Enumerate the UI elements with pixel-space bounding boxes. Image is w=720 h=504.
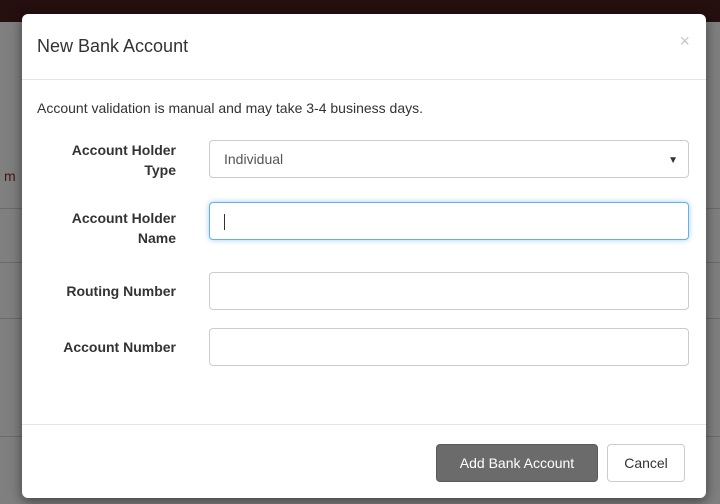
label-line: Name (137, 230, 176, 246)
new-bank-account-modal: New Bank Account × Account validation is… (22, 14, 706, 498)
account-number-label: Account Number (63, 339, 176, 355)
routing-number-label: Routing Number (66, 283, 176, 299)
validation-notice: Account validation is manual and may tak… (37, 100, 423, 116)
caret-down-icon: ▼ (668, 155, 678, 166)
label-line: Type (144, 162, 176, 178)
selected-option: Individual (224, 151, 284, 167)
add-bank-account-button[interactable]: Add Bank Account (436, 444, 598, 482)
account-number-input[interactable] (209, 328, 689, 366)
cancel-button[interactable]: Cancel (607, 444, 685, 482)
modal-title: New Bank Account (37, 36, 189, 56)
close-icon[interactable]: × (679, 32, 690, 50)
account-holder-type-label: Account Holder Type (26, 140, 176, 180)
account-holder-type-select[interactable]: Individual ▼ (209, 140, 689, 178)
modal-footer: Add Bank Account Cancel (22, 424, 706, 498)
label-line: Account Holder (71, 210, 176, 226)
modal-header: New Bank Account × (22, 14, 706, 80)
account-holder-name-label: Account Holder Name (26, 208, 176, 248)
text-cursor (224, 214, 225, 230)
routing-number-input[interactable] (209, 272, 689, 310)
label-line: Account Holder (71, 142, 176, 158)
account-holder-name-input[interactable] (209, 202, 689, 240)
modal-body: Account validation is manual and may tak… (22, 80, 706, 424)
